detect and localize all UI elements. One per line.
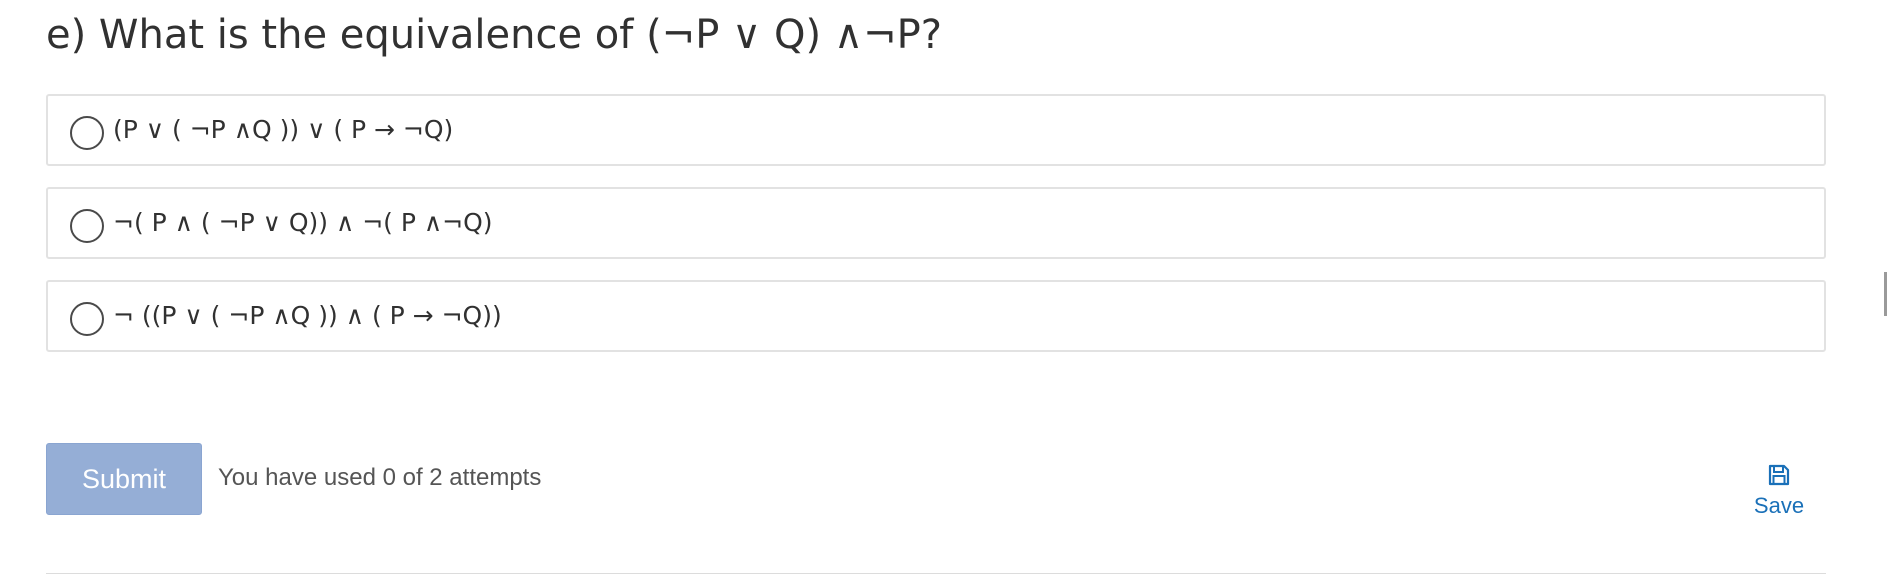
attempts-status: You have used 0 of 2 attempts	[218, 464, 542, 491]
choice-option-2[interactable]: ¬( P ∧ ( ¬P ∨ Q)) ∧ ¬( P ∧¬Q)	[46, 187, 1826, 259]
choice-label: ¬( P ∧ ( ¬P ∨ Q)) ∧ ¬( P ∧¬Q)	[113, 208, 493, 237]
radio-button[interactable]	[70, 116, 104, 150]
choice-option-3[interactable]: ¬ ((P ∨ ( ¬P ∧Q )) ∧ ( P → ¬Q))	[46, 280, 1826, 352]
divider	[46, 573, 1826, 574]
question-title: e) What is the equivalence of (¬P ∨ Q) ∧…	[46, 12, 942, 58]
radio-button[interactable]	[70, 302, 104, 336]
choice-label: ¬ ((P ∨ ( ¬P ∧Q )) ∧ ( P → ¬Q))	[113, 301, 502, 330]
radio-button[interactable]	[70, 209, 104, 243]
save-label: Save	[1753, 493, 1805, 518]
save-button[interactable]: Save	[1742, 464, 1816, 528]
choice-option-1[interactable]: (P ∨ ( ¬P ∧Q )) ∨ ( P → ¬Q)	[46, 94, 1826, 166]
choice-label: (P ∨ ( ¬P ∧Q )) ∨ ( P → ¬Q)	[113, 115, 454, 144]
submit-button[interactable]: Submit	[46, 443, 202, 515]
floppy-disk-icon	[1742, 464, 1816, 486]
